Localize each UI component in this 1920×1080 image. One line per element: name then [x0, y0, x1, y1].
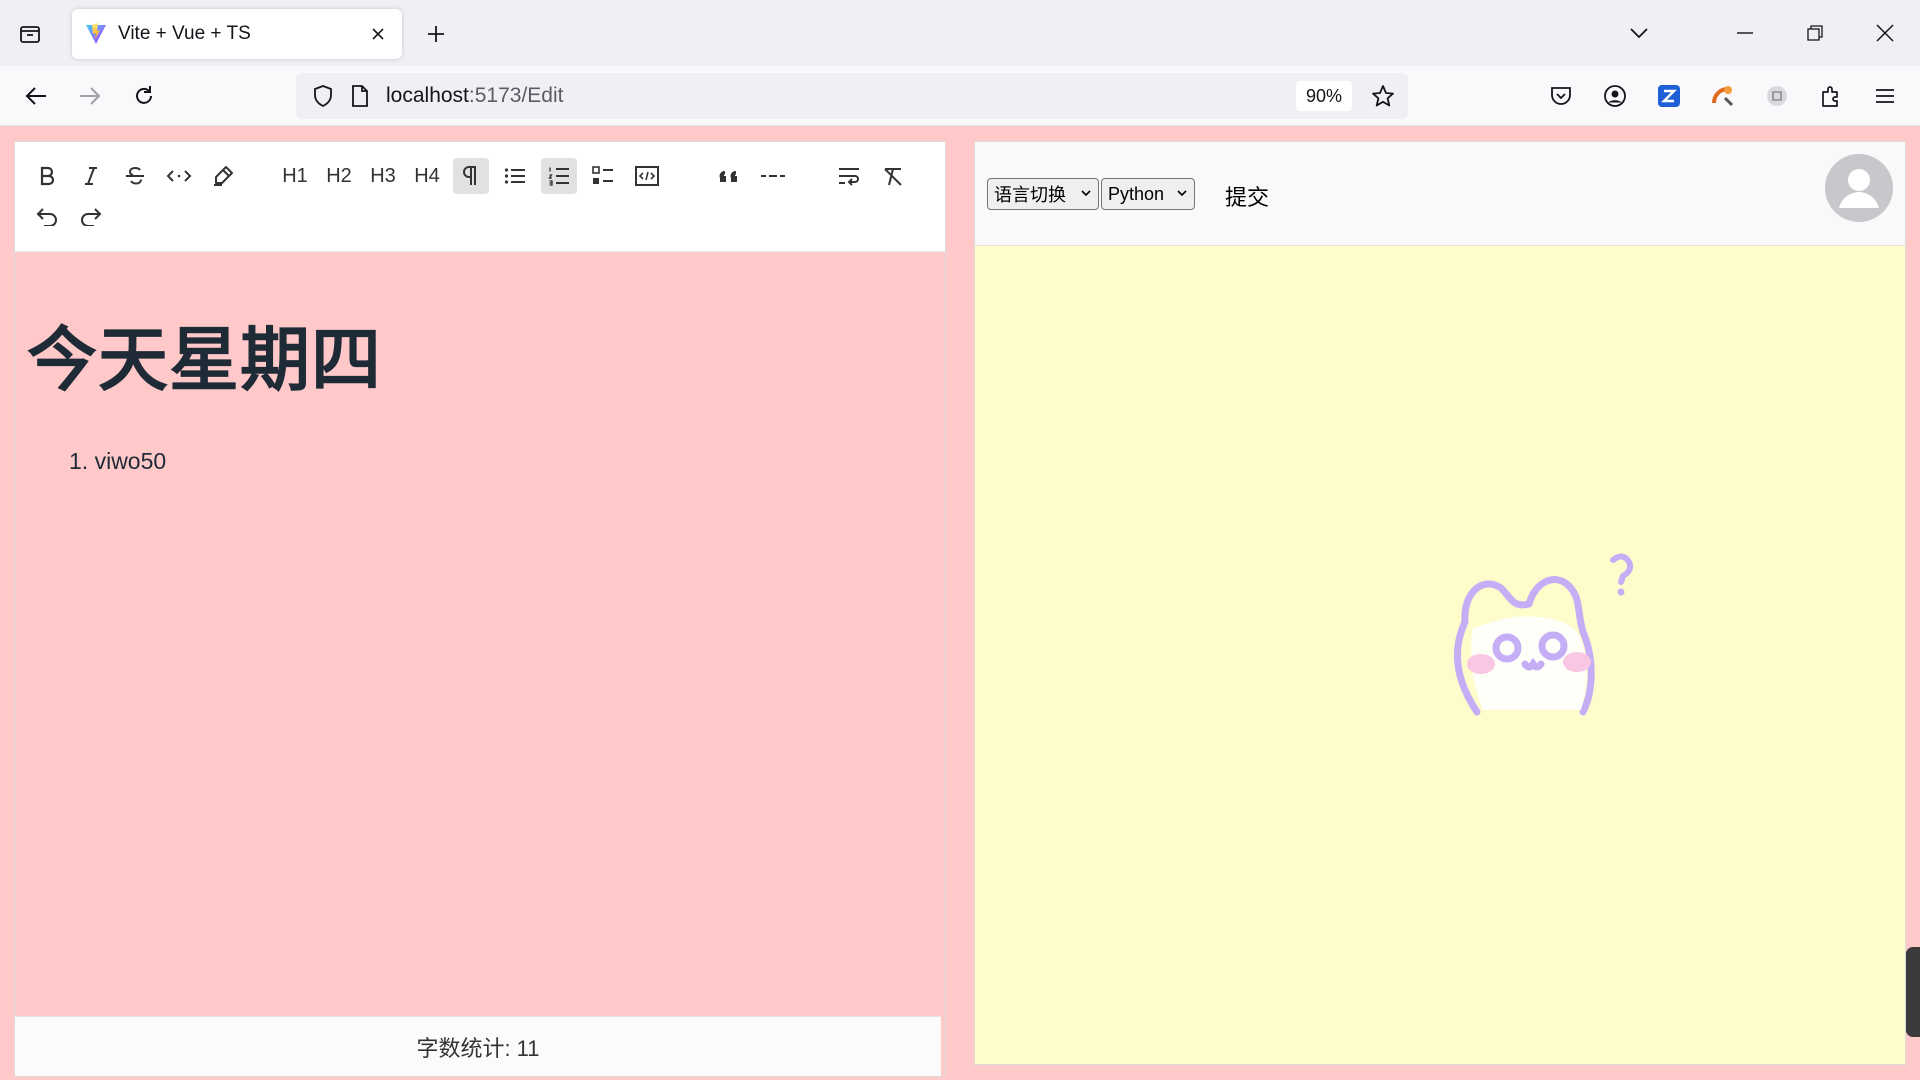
heading-2-label: H2 — [326, 164, 352, 187]
forward-arrow-icon[interactable] — [70, 76, 110, 116]
undo-icon[interactable] — [29, 198, 65, 234]
clear-format-icon[interactable] — [875, 158, 911, 194]
tab-list-icon[interactable] — [12, 16, 48, 52]
avatar[interactable] — [1825, 154, 1893, 222]
document-heading: 今天星期四 — [27, 319, 382, 401]
editor-toolbar: H1 H2 H3 H4 — [15, 142, 945, 252]
chevron-down-icon — [1081, 190, 1091, 197]
heading-4-label: H4 — [414, 164, 440, 187]
language-switch-value: 语言切换 — [994, 185, 1066, 205]
list-item-text: viwo50 — [94, 448, 167, 474]
browser-nav-bar: localhost:5173/Edit 90% — [0, 66, 1920, 126]
code-language-value: Python — [1108, 183, 1165, 204]
list-item: 1. viwo50 — [69, 445, 933, 477]
app-menu-hamburger-icon[interactable] — [1858, 76, 1912, 116]
hard-break-icon[interactable] — [831, 158, 867, 194]
url-text[interactable]: localhost:5173/Edit — [386, 84, 1296, 108]
preview-panel: 语言切换 Python 提交 — [974, 141, 1906, 1065]
url-bar[interactable]: localhost:5173/Edit 90% — [296, 73, 1408, 119]
url-host: localhost — [386, 84, 469, 107]
tracking-protection-shield-icon[interactable] — [310, 83, 336, 109]
browser-tab-active[interactable]: Vite + Vue + TS — [72, 9, 402, 59]
paragraph-icon[interactable] — [453, 158, 489, 194]
editor-content-area[interactable]: 今天星期四 1. viwo50 — [15, 252, 945, 1018]
code-block-icon[interactable] — [629, 158, 665, 194]
language-switch-select[interactable]: 语言切换 — [987, 178, 1099, 210]
browser-tab-bar: Vite + Vue + TS — [0, 0, 1920, 66]
heading-4-button[interactable]: H4 — [409, 158, 445, 194]
page-info-icon[interactable] — [348, 84, 372, 108]
highlight-marker-icon[interactable] — [205, 158, 241, 194]
blockquote-icon[interactable] — [711, 158, 747, 194]
task-list-icon[interactable] — [585, 158, 621, 194]
url-path: :5173/Edit — [468, 84, 564, 107]
tab-close-icon[interactable] — [362, 18, 394, 50]
back-arrow-icon[interactable] — [16, 76, 56, 116]
heading-1-label: H1 — [282, 164, 308, 187]
heading-3-label: H3 — [370, 164, 396, 187]
bullet-list-icon[interactable] — [497, 158, 533, 194]
italic-icon[interactable] — [73, 158, 109, 194]
close-window-icon[interactable] — [1850, 0, 1920, 66]
redo-icon[interactable] — [73, 198, 109, 234]
inline-code-icon[interactable] — [161, 158, 197, 194]
minimize-window-icon[interactable] — [1710, 0, 1780, 66]
tab-title: Vite + Vue + TS — [118, 23, 251, 44]
horizontal-rule-icon[interactable] — [755, 158, 791, 194]
reload-icon[interactable] — [124, 76, 164, 116]
ordered-list-icon[interactable] — [541, 158, 577, 194]
restore-window-icon[interactable] — [1780, 0, 1850, 66]
bold-icon[interactable] — [29, 158, 65, 194]
code-language-select[interactable]: Python — [1101, 178, 1195, 210]
extensions-puzzle-icon[interactable] — [1804, 76, 1858, 116]
list-all-tabs-chevron-icon[interactable] — [1612, 0, 1666, 66]
confused-bunny-mascot — [1453, 553, 1634, 716]
ordered-list: 1. viwo50 — [69, 445, 933, 477]
account-icon[interactable] — [1588, 76, 1642, 116]
paint-extension-icon[interactable] — [1696, 76, 1750, 116]
scrollbar-thumb[interactable] — [1906, 947, 1920, 1037]
page-content: H1 H2 H3 H4 今天星期四 1. viwo50 字数统计: 11 语言切… — [0, 127, 1920, 1080]
word-count-label: 字数统计: 11 — [416, 1035, 540, 1061]
user-avatar-icon — [1839, 169, 1879, 208]
rich-text-editor: H1 H2 H3 H4 今天星期四 1. viwo50 字数统计: 11 — [14, 141, 946, 1077]
preview-header: 语言切换 Python 提交 — [975, 142, 1905, 246]
word-count-footer: 字数统计: 11 — [15, 1016, 941, 1076]
chevron-down-icon — [1177, 190, 1187, 197]
submit-button[interactable]: 提交 — [1225, 180, 1269, 212]
heading-3-button[interactable]: H3 — [365, 158, 401, 194]
heading-2-button[interactable]: H2 — [321, 158, 357, 194]
vite-logo-icon — [86, 23, 106, 44]
pocket-icon[interactable] — [1534, 76, 1588, 116]
command-extension-icon[interactable] — [1750, 76, 1804, 116]
bookmark-star-icon[interactable] — [1368, 81, 1398, 111]
heading-1-button[interactable]: H1 — [277, 158, 313, 194]
zotero-extension-icon[interactable] — [1642, 76, 1696, 116]
list-item-number: 1. — [69, 448, 89, 474]
strikethrough-icon[interactable] — [117, 158, 153, 194]
zoom-level-badge[interactable]: 90% — [1295, 81, 1352, 111]
new-tab-icon[interactable] — [418, 16, 454, 52]
